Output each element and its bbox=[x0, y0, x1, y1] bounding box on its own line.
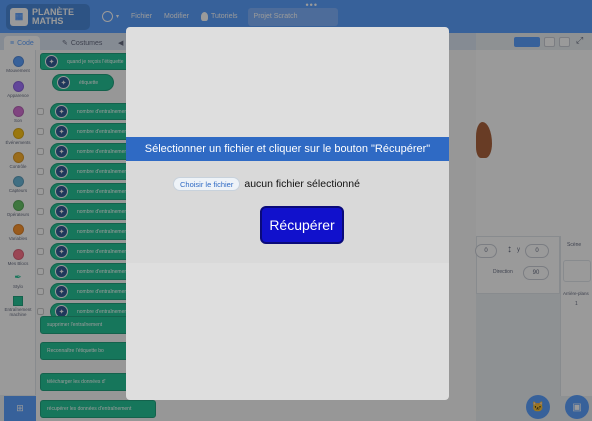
scratch-editor: ▦ PLANÈTE MATHS ▾ Fichier Modifier Tutor… bbox=[0, 0, 592, 421]
file-chooser-row: Choisir le fichier aucun fichier sélecti… bbox=[173, 177, 360, 191]
dialog-header: Sélectionner un fichier et cliquer sur l… bbox=[126, 137, 449, 161]
choose-file-button[interactable]: Choisir le fichier bbox=[173, 177, 241, 191]
restore-data-dialog: Sélectionner un fichier et cliquer sur l… bbox=[126, 27, 449, 400]
file-status-text: aucun fichier sélectionné bbox=[244, 178, 360, 190]
recover-button[interactable]: Récupérer bbox=[260, 206, 344, 244]
